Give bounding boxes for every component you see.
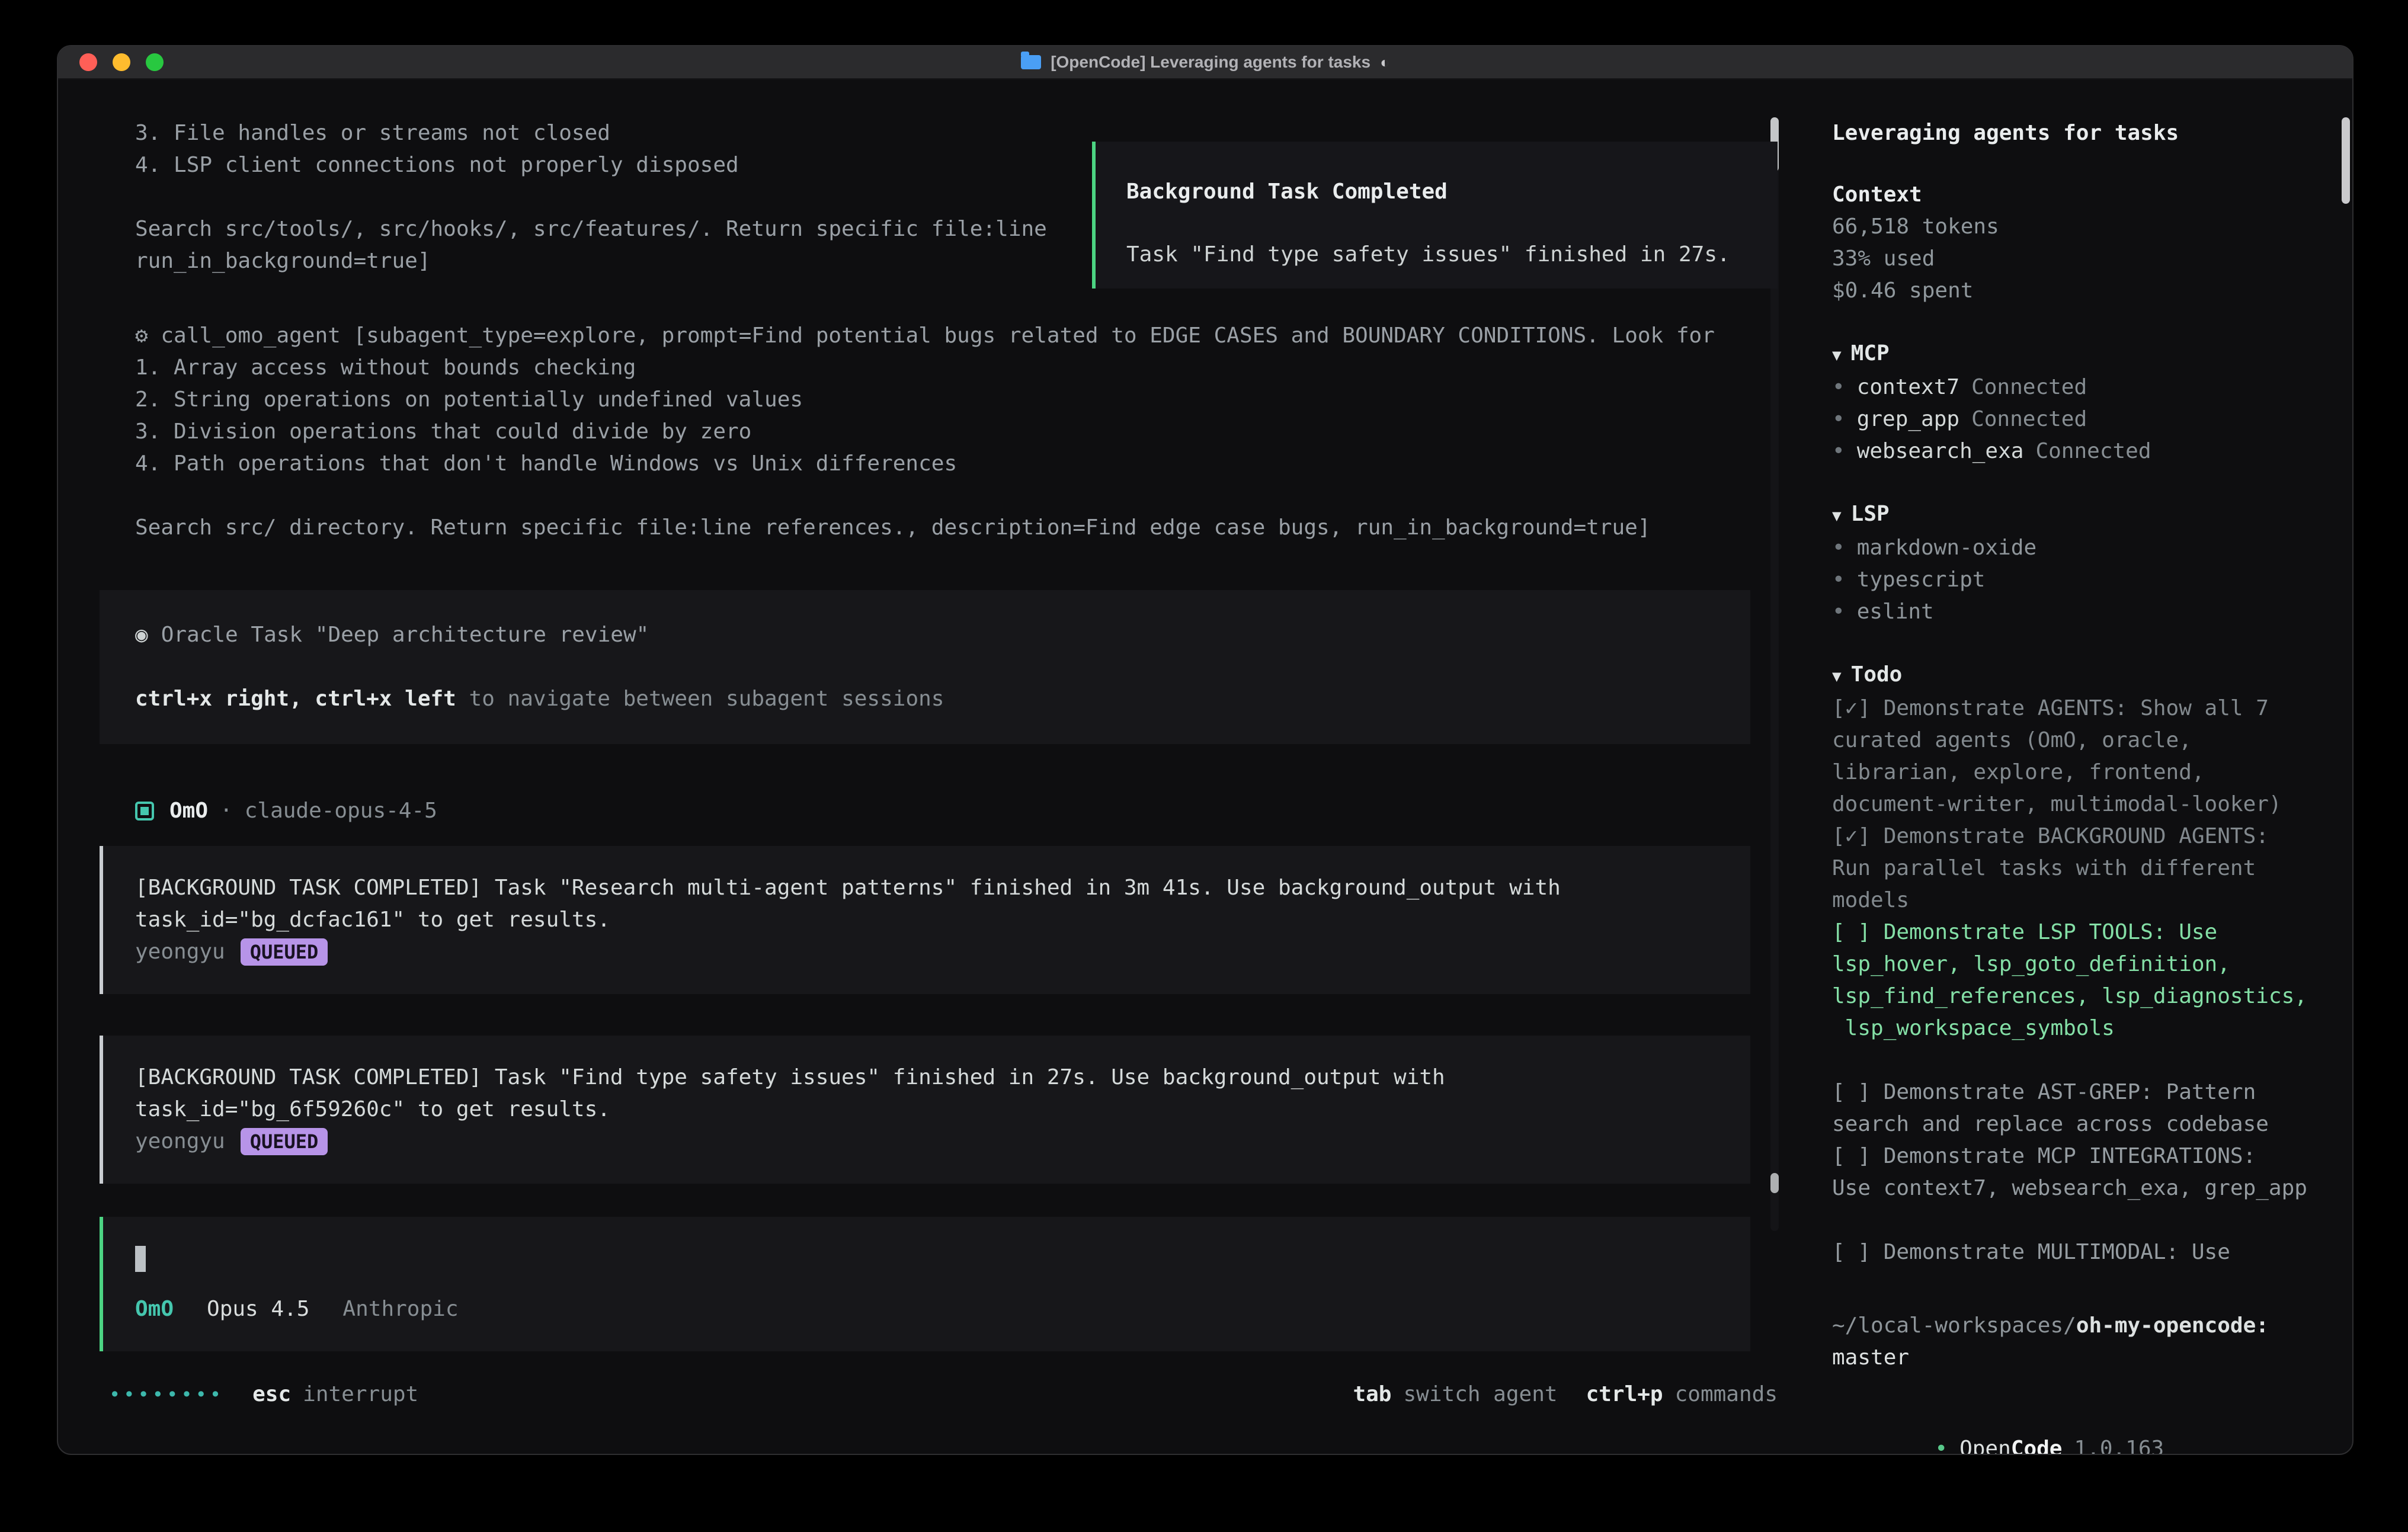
bullet-icon: • [1832, 439, 1845, 463]
tool-call-line: Search src/ directory. Return specific f… [135, 512, 1807, 544]
todo-item: [ ] Demonstrate MCP INTEGRATIONS: Use co… [1832, 1140, 2327, 1204]
message-author: yeongyu [135, 936, 225, 968]
input-provider-name: Anthropic [342, 1293, 458, 1325]
lsp-item: •markdown-oxide [1832, 532, 2327, 564]
folder-icon [1021, 55, 1041, 69]
mcp-item: •websearch_exaConnected [1832, 435, 2327, 467]
context-tokens: 66,518 tokens [1832, 211, 2327, 243]
session-title: Leveraging agents for tasks [1832, 117, 2327, 149]
message-meta: yeongyu QUEUED [135, 1126, 1727, 1158]
window-titlebar[interactable]: [OpenCode] Leveraging agents for tasks ◐ [58, 46, 2352, 79]
context-heading: Context [1832, 179, 2327, 211]
agent-checkbox-icon [135, 802, 154, 821]
tool-call-line: 1. Array access without bounds checking [135, 352, 1807, 384]
oracle-task-card[interactable]: ◉Oracle Task "Deep architecture review" … [100, 590, 1750, 744]
shortcut-commands: ctrl+pcommands [1586, 1379, 1778, 1411]
shortcut-switch-agent: tabswitch agent [1353, 1379, 1557, 1411]
window-title: [OpenCode] Leveraging agents for tasks ◐ [58, 46, 2352, 78]
toast-body: Task "Find type safety issues" finished … [1126, 239, 1754, 271]
tool-call-line: 4. Path operations that don't handle Win… [135, 448, 1807, 480]
todo-item: [ ] Demonstrate MULTIMODAL: Use [1832, 1236, 2327, 1268]
bullet-icon: • [1935, 1437, 1948, 1455]
message-author: yeongyu [135, 1126, 225, 1158]
bullet-icon: • [1832, 568, 1845, 592]
input-modeline: OmO Opus 4.5 Anthropic [135, 1293, 1727, 1325]
bullet-icon: • [1832, 600, 1845, 624]
agent-model: claude-opus-4-5 [245, 795, 437, 827]
agent-name: OmO [169, 795, 208, 827]
bullet-icon: • [1832, 407, 1845, 431]
agent-session-header[interactable]: OmO · claude-opus-4-5 [135, 795, 1807, 827]
activity-dots-icon: •••••••• [109, 1379, 224, 1411]
background-task-message: [BACKGROUND TASK COMPLETED] Task "Resear… [100, 846, 1750, 994]
bullet-icon: • [1832, 536, 1845, 560]
bullet-icon: • [1832, 375, 1845, 399]
workspace-path: ~/local-workspaces/oh-my-opencode: maste… [1832, 1310, 2327, 1374]
tool-call-line: 2. String operations on potentially unde… [135, 384, 1807, 416]
gear-icon: ⚙ [135, 323, 148, 348]
spacer-line [135, 651, 1727, 683]
separator-dot: · [220, 795, 233, 827]
oracle-task-title: Oracle Task "Deep architecture review" [161, 623, 649, 647]
terminal-window: [OpenCode] Leveraging agents for tasks ◐… [57, 45, 2353, 1455]
lsp-item: •eslint [1832, 596, 2327, 628]
workspace-path-prefix: ~/local-workspaces/ [1832, 1313, 2076, 1338]
mcp-item: •context7Connected [1832, 371, 2327, 403]
section-header-lsp[interactable]: ▼LSP [1832, 498, 2327, 532]
todo-item: [ ] Demonstrate AST-GREP: Pattern search… [1832, 1076, 2327, 1140]
oracle-task-title-line: ◉ Oracle Task "Deep architecture review" [135, 619, 1727, 651]
shortcut-interrupt: escinterrupt [252, 1379, 418, 1411]
window-title-text: [OpenCode] Leveraging agents for tasks [1051, 46, 1370, 78]
mcp-item: •grep_appConnected [1832, 403, 2327, 435]
tool-call-line: 3. Division operations that could divide… [135, 416, 1807, 448]
chevron-down-icon: ▼ [1832, 668, 1842, 685]
text-cursor [135, 1246, 146, 1272]
tool-call-line: ⚙ call_omo_agent [subagent_type=explore,… [135, 320, 1807, 352]
status-badge: QUEUED [241, 1128, 328, 1155]
todo-item: [✓] Demonstrate AGENTS: Show all 7 curat… [1832, 693, 2327, 821]
todo-item: [✓] Demonstrate BACKGROUND AGENTS: Run p… [1832, 821, 2327, 916]
status-badge: QUEUED [241, 938, 328, 966]
toast-title: Background Task Completed [1126, 176, 1754, 208]
message-meta: yeongyu QUEUED [135, 936, 1727, 968]
oracle-status-icon: ◉ [135, 623, 148, 647]
message-text-line: task_id="bg_6f59260c" to get results. [135, 1094, 1727, 1126]
message-text-line: [BACKGROUND TASK COMPLETED] Task "Find t… [135, 1062, 1727, 1094]
lsp-item: •typescript [1832, 564, 2327, 596]
input-model-name: Opus 4.5 [207, 1293, 309, 1325]
chevron-down-icon: ▼ [1832, 507, 1842, 525]
tool-call-block: ⚙ call_omo_agent [subagent_type=explore,… [100, 320, 1807, 544]
workspace-name: oh-my-opencode: [2076, 1313, 2269, 1338]
context-spent: $0.46 spent [1832, 275, 2327, 307]
section-header-todo[interactable]: ▼Todo [1832, 659, 2327, 693]
input-agent-name: OmO [135, 1293, 174, 1325]
todo-item: [ ] Demonstrate LSP TOOLS: Use lsp_hover… [1832, 916, 2327, 1044]
sidebar: Leveraging agents for tasks Context 66,5… [1807, 79, 2352, 1454]
tool-call-text: call_omo_agent [subagent_type=explore, p… [161, 323, 1715, 348]
hint-text: to navigate between subagent sessions [456, 687, 944, 711]
status-bar: •••••••• escinterrupt tabswitch agent ct… [100, 1379, 1807, 1411]
prompt-input[interactable]: OmO Opus 4.5 Anthropic [100, 1217, 1750, 1351]
activity-indicator-icon: ◐ [1380, 46, 1389, 78]
tool-call-line [135, 480, 1807, 512]
section-header-mcp[interactable]: ▼MCP [1832, 338, 2327, 371]
app-version: •OpenCode1.0.163 [1832, 1401, 2327, 1455]
message-text-line: [BACKGROUND TASK COMPLETED] Task "Resear… [135, 872, 1727, 904]
scrollbar-thumb[interactable] [1770, 1173, 1779, 1193]
git-branch: master [1832, 1342, 2327, 1374]
message-text-line: task_id="bg_dcfac161" to get results. [135, 904, 1727, 936]
chevron-down-icon: ▼ [1832, 347, 1842, 364]
background-task-message: [BACKGROUND TASK COMPLETED] Task "Find t… [100, 1036, 1750, 1184]
context-used: 33% used [1832, 243, 2327, 275]
sidebar-scrollbar-thumb[interactable] [2342, 117, 2350, 204]
terminal-pane[interactable]: 3. File handles or streams not closed 4.… [58, 79, 1807, 1454]
oracle-hint-line: ctrl+x right, ctrl+x left to navigate be… [135, 683, 1727, 715]
hint-keys: ctrl+x right, ctrl+x left [135, 687, 456, 711]
toast-background-task-completed: Background Task Completed Task "Find typ… [1092, 142, 1778, 289]
